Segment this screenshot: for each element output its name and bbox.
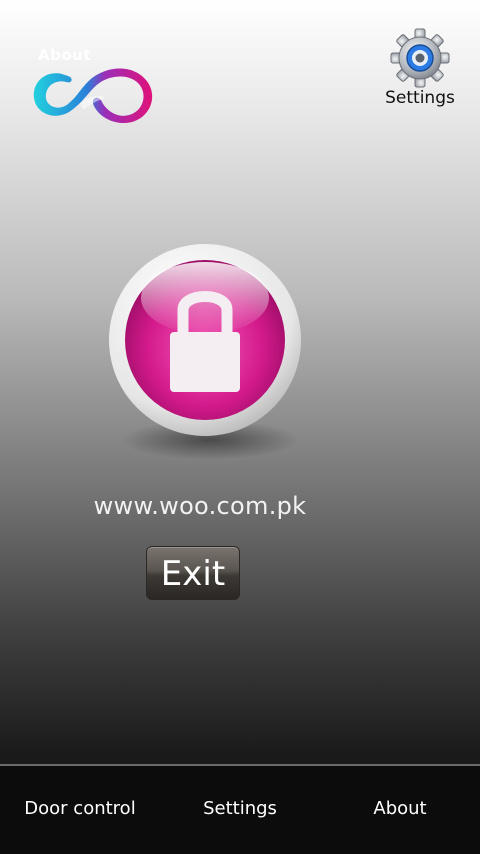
nav-item-door-control[interactable]: Door control (0, 766, 160, 854)
settings-top-button[interactable]: Settings (384, 28, 456, 114)
settings-top-label: Settings (385, 88, 455, 108)
nav-item-about[interactable]: About (320, 766, 480, 854)
bottom-navigation: Door control Settings About (0, 764, 480, 854)
gear-icon (390, 28, 450, 88)
app-screen: About Settings www.woo.com.pk Exit Door … (0, 0, 480, 854)
nav-item-settings[interactable]: Settings (160, 766, 320, 854)
logo-label: About (38, 46, 92, 64)
lock-button[interactable] (107, 242, 303, 438)
website-url: www.woo.com.pk (93, 492, 307, 520)
exit-button[interactable]: Exit (146, 546, 240, 600)
